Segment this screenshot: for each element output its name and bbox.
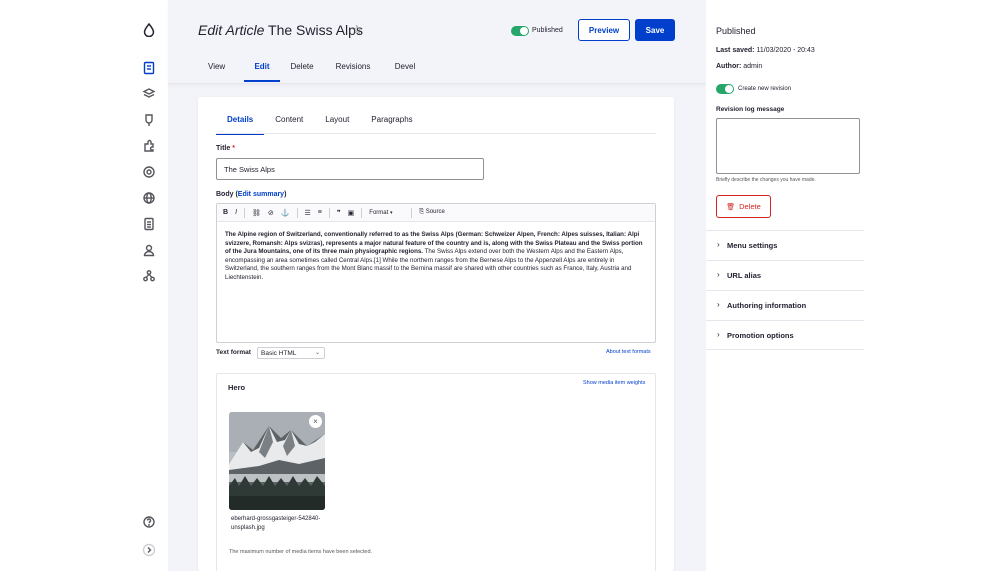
editor-toolbar: B I ⛓ ⊘ ⚓ ☰ ≡ ❞ ▣ Format ▾ ⎘ Source [217, 204, 655, 222]
section-url-alias[interactable]: › URL alias [706, 260, 864, 290]
source-button[interactable]: ⎘ Source [419, 209, 445, 216]
section-promotion-options[interactable]: › Promotion options [706, 320, 864, 350]
new-revision-label: Create new revision [738, 86, 792, 92]
main-region: Edit Article The Swiss Alps ☆ Published … [168, 0, 706, 571]
revision-log-label: Revision log message [716, 106, 785, 113]
link-icon[interactable]: ⛓ [252, 209, 261, 217]
status-heading: Published [716, 26, 756, 36]
max-media-note: The maximum number of media items have b… [229, 549, 373, 555]
tab-edit[interactable]: Edit [244, 58, 280, 82]
image-icon[interactable]: ▣ [348, 209, 355, 217]
tabs-divider [216, 133, 656, 134]
about-text-formats-link[interactable]: About text formats [606, 349, 651, 355]
author: Author: admin [716, 63, 763, 70]
anchor-icon[interactable]: ⚓ [281, 209, 290, 217]
body-label: Body (Edit summary) [216, 191, 287, 198]
chevron-right-icon: › [717, 330, 720, 339]
config-icon[interactable] [142, 165, 156, 179]
unlink-icon[interactable]: ⊘ [268, 209, 274, 217]
tab-paragraphs[interactable]: Paragraphs [360, 111, 423, 135]
tab-devel[interactable]: Devel [382, 58, 428, 82]
title-input[interactable]: The Swiss Alps [216, 158, 484, 180]
secondary-tabs: Details Content Layout Paragraphs [216, 111, 424, 135]
remove-media-button[interactable]: × [309, 415, 322, 428]
chevron-right-icon: › [717, 270, 720, 279]
chevron-down-icon: ▾ [389, 209, 393, 216]
hero-field: Hero Show media item weights × eberhard-… [216, 373, 656, 571]
body-editor[interactable]: B I ⛓ ⊘ ⚓ ☰ ≡ ❞ ▣ Format ▾ ⎘ Source The … [216, 203, 656, 343]
text-format-select[interactable]: Basic HTML ⌄ [257, 347, 325, 359]
extend-icon[interactable] [142, 139, 156, 153]
numbered-list-icon[interactable]: ≡ [318, 209, 322, 216]
bold-button[interactable]: B [223, 209, 228, 216]
chevron-right-icon: › [717, 240, 720, 249]
media-thumbnail[interactable]: × [229, 412, 325, 510]
content-icon[interactable] [142, 61, 156, 75]
show-weights-link[interactable]: Show media item weights [583, 380, 645, 386]
text-format-label: Text format [216, 349, 251, 356]
people-icon[interactable] [142, 243, 156, 257]
page-title-prefix: Edit Article [198, 22, 265, 38]
save-button[interactable]: Save [635, 19, 675, 41]
blockquote-icon[interactable]: ❞ [337, 209, 341, 217]
published-label: Published [532, 27, 563, 34]
chevron-right-icon: › [717, 300, 720, 309]
new-revision-toggle[interactable] [716, 84, 734, 94]
tab-layout[interactable]: Layout [314, 111, 360, 135]
media-filename: eberhard-grossgasteiger-542840-unsplash.… [231, 516, 321, 531]
title-label: Title * [216, 145, 235, 152]
italic-button[interactable]: I [235, 209, 237, 216]
page-title-name: The Swiss Alps [268, 22, 363, 38]
meta-sidebar: Published Last saved: 11/03/2020 - 20:43… [706, 0, 864, 571]
section-menu-settings[interactable]: › Menu settings [706, 230, 864, 260]
tab-revisions[interactable]: Revisions [324, 58, 382, 82]
delete-button[interactable]: 🗑 Delete [716, 195, 771, 218]
page-title: Edit Article The Swiss Alps [198, 22, 363, 38]
form-card: Details Content Layout Paragraphs Title … [198, 97, 674, 571]
admin-toolbar [130, 0, 168, 571]
last-saved: Last saved: 11/03/2020 - 20:43 [716, 47, 815, 54]
tab-view[interactable]: View [208, 58, 244, 82]
bullet-list-icon[interactable]: ☰ [305, 209, 311, 217]
section-authoring-information[interactable]: › Authoring information [706, 290, 864, 320]
source-icon: ⎘ [419, 209, 425, 215]
globe-icon[interactable] [142, 191, 156, 205]
drop-icon[interactable] [142, 23, 156, 37]
format-select[interactable]: Format ▾ [369, 210, 405, 216]
published-toggle[interactable] [511, 26, 529, 36]
reports-icon[interactable] [142, 217, 156, 231]
devel-icon[interactable] [142, 269, 156, 283]
tab-details[interactable]: Details [216, 111, 265, 135]
structure-icon[interactable] [142, 87, 156, 101]
chevron-down-icon: ⌄ [314, 350, 320, 356]
trash-icon: 🗑 [726, 203, 736, 211]
editor-content[interactable]: The Alpine region of Switzerland, conven… [217, 222, 655, 292]
tab-content[interactable]: Content [264, 111, 314, 135]
hero-title: Hero [228, 383, 246, 392]
primary-tabs: View Edit Delete Revisions Devel [206, 58, 428, 82]
page-header: Edit Article The Swiss Alps ☆ Published … [168, 0, 706, 84]
edit-summary-link[interactable]: Edit summary [238, 191, 284, 198]
revision-log-textarea[interactable] [716, 118, 860, 174]
revision-help-text: Briefly describe the changes you have ma… [716, 177, 816, 183]
preview-button[interactable]: Preview [578, 19, 630, 41]
required-marker: * [232, 145, 235, 152]
help-icon[interactable] [142, 515, 156, 529]
chevron-right-icon[interactable] [142, 543, 156, 557]
tab-delete[interactable]: Delete [280, 58, 324, 82]
star-icon[interactable]: ☆ [351, 22, 363, 38]
appearance-icon[interactable] [142, 113, 156, 127]
